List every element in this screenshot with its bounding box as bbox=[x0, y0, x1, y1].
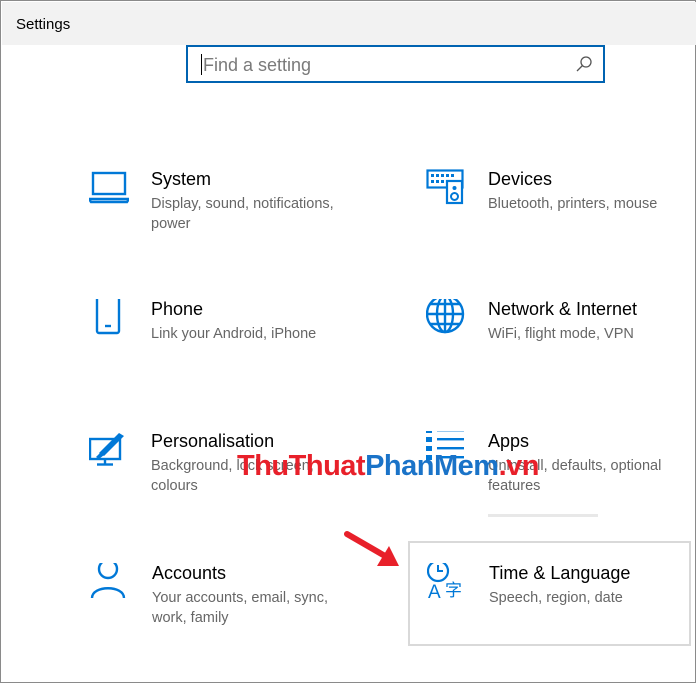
tile-title: Network & Internet bbox=[488, 299, 638, 319]
tile-title: Accounts bbox=[152, 563, 227, 583]
tile-title: Time & Language bbox=[489, 563, 631, 583]
keyboard-speaker-icon bbox=[426, 169, 464, 205]
tile-title: System bbox=[151, 169, 212, 189]
tile-time-language[interactable]: A 字 Time & Language Speech, region, date bbox=[427, 563, 696, 653]
search-icon[interactable] bbox=[575, 55, 593, 73]
phone-icon bbox=[95, 299, 121, 335]
search-box[interactable] bbox=[186, 45, 605, 83]
tile-description: WiFi, flight mode, VPN bbox=[488, 326, 634, 342]
tile-description: Display, sound, notifications, power bbox=[151, 196, 334, 232]
title-bar: Settings bbox=[2, 2, 696, 45]
divider bbox=[488, 514, 598, 517]
tile-title: Devices bbox=[488, 169, 553, 189]
watermark-part1: ThuThuat bbox=[237, 450, 366, 482]
tile-accounts[interactable]: Accounts Your accounts, email, sync, wor… bbox=[90, 563, 370, 653]
person-icon bbox=[90, 563, 126, 599]
globe-icon bbox=[426, 299, 465, 334]
search-input[interactable] bbox=[203, 51, 563, 79]
tile-title: Apps bbox=[488, 431, 530, 451]
tile-description: Link your Android, iPhone bbox=[151, 326, 317, 342]
tile-phone[interactable]: Phone Link your Android, iPhone bbox=[89, 299, 369, 389]
paintbrush-monitor-icon bbox=[89, 433, 124, 466]
laptop-icon bbox=[89, 171, 129, 204]
tile-title: Personalisation bbox=[151, 431, 275, 451]
watermark-part2: PhanMem bbox=[365, 450, 499, 482]
window-title: Settings bbox=[16, 16, 71, 33]
tile-description: Bluetooth, printers, mouse bbox=[488, 196, 658, 212]
svg-text:A: A bbox=[428, 582, 441, 603]
tile-devices[interactable]: Devices Bluetooth, printers, mouse bbox=[426, 169, 696, 259]
red-arrow-icon bbox=[344, 531, 399, 566]
watermark-text: ThuThuatPhanMem.vn bbox=[237, 450, 539, 483]
tile-description: Speech, region, date bbox=[489, 590, 623, 606]
svg-text:字: 字 bbox=[445, 581, 462, 601]
time-language-icon: A 字 bbox=[427, 563, 462, 603]
watermark-part3: .vn bbox=[498, 450, 540, 482]
tile-system[interactable]: System Display, sound, notifications, po… bbox=[89, 169, 369, 259]
tile-network-internet[interactable]: Network & Internet WiFi, flight mode, VP… bbox=[426, 299, 696, 389]
tile-description: Your accounts, email, sync, work, family bbox=[152, 590, 328, 626]
tile-title: Phone bbox=[151, 299, 204, 319]
text-caret bbox=[201, 54, 202, 75]
